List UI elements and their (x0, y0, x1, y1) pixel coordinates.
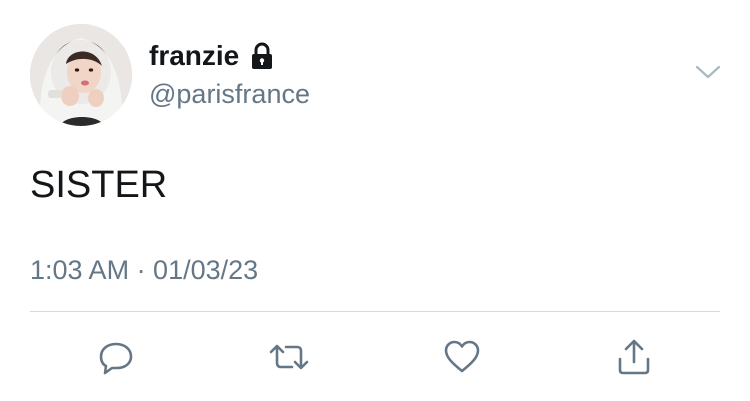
avatar[interactable] (30, 24, 132, 126)
tweet-timestamp[interactable]: 1:03 AM · 01/03/23 (30, 254, 258, 286)
retweet-icon (269, 344, 309, 370)
tweet-text: SISTER (30, 164, 168, 206)
like-button[interactable] (440, 335, 484, 379)
reply-icon (99, 342, 133, 375)
lock-icon (249, 42, 275, 70)
retweet-button[interactable] (267, 335, 311, 379)
share-button[interactable] (612, 335, 656, 379)
chevron-down-icon[interactable] (694, 62, 722, 82)
divider (30, 311, 720, 312)
share-icon (618, 339, 650, 375)
heart-icon (444, 340, 480, 373)
reply-button[interactable] (94, 335, 138, 379)
display-name[interactable]: franzie (149, 40, 275, 72)
user-handle[interactable]: @parisfrance (149, 78, 310, 110)
display-name-text: franzie (149, 40, 240, 71)
